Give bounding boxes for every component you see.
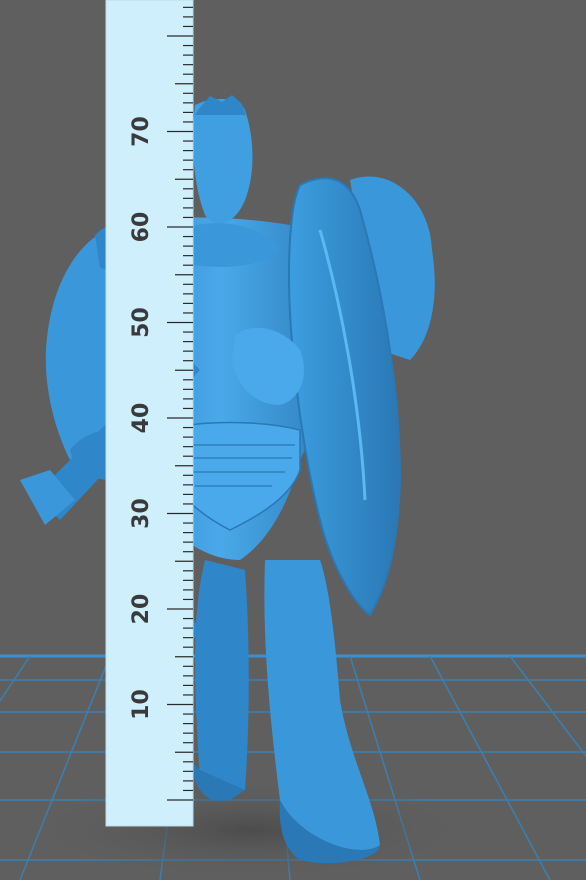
ruler-label: 50: [129, 307, 154, 338]
ruler-label: 30: [129, 498, 154, 529]
ruler-label: 60: [129, 212, 154, 243]
ruler-label: 20: [129, 594, 154, 625]
ruler-label: 70: [129, 116, 154, 147]
ruler-label: 40: [129, 403, 154, 434]
measurement-ruler: 10 20 30 40 50 60 70: [105, 0, 194, 827]
model-shadow: [20, 780, 480, 880]
ruler-label: 10: [129, 689, 154, 720]
render-viewport: 10 20 30 40 50 60 70: [0, 0, 586, 880]
